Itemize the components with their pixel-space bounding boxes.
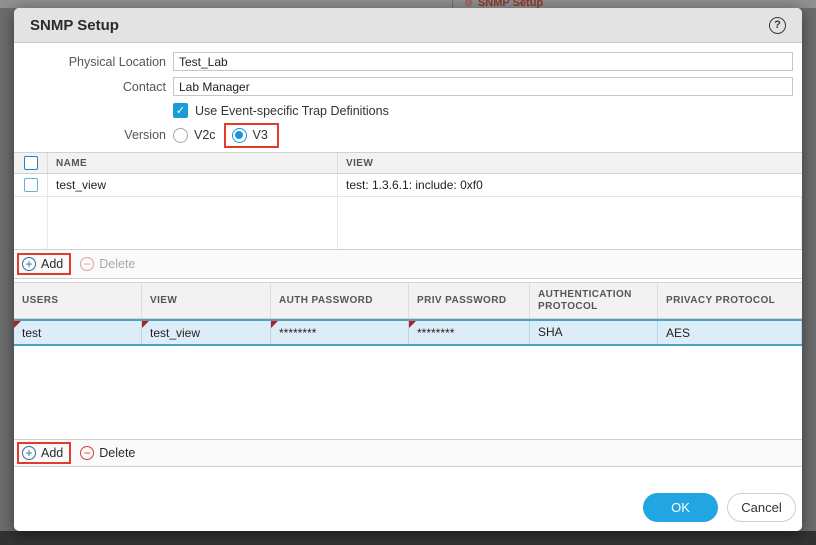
dimmed-background-toolbar: ⚙ SNMP Setup	[0, 0, 816, 8]
ok-button[interactable]: OK	[643, 493, 718, 522]
views-table: NAME VIEW test_view test: 1.3.6.1: inclu…	[14, 152, 802, 279]
users-col-users[interactable]: USERS	[14, 283, 142, 318]
privacy-protocol-cell[interactable]: AES	[658, 321, 802, 344]
users-col-auth-protocol[interactable]: AUTHENTICATION PROTOCOL	[530, 283, 658, 318]
dialog-footer: OK Cancel	[643, 493, 796, 522]
modified-indicator	[271, 321, 278, 328]
minus-icon: −	[80, 257, 94, 271]
version-v2c-label: V2c	[194, 128, 216, 142]
version-row: Version V2c V3	[14, 120, 793, 150]
users-delete-button[interactable]: − Delete	[77, 444, 141, 462]
users-table-header: USERS VIEW AUTH PASSWORD PRIV PASSWORD A…	[14, 282, 802, 319]
users-col-view[interactable]: VIEW	[142, 283, 271, 318]
users-col-priv-password[interactable]: PRIV PASSWORD	[409, 283, 530, 318]
version-v3-radio[interactable]	[232, 128, 247, 143]
minus-icon: −	[80, 446, 94, 460]
dialog-header: SNMP Setup ?	[14, 8, 802, 43]
cancel-button[interactable]: Cancel	[727, 493, 796, 522]
modal-overlay-bottom	[0, 531, 816, 545]
view-spec-cell[interactable]: test: 1.3.6.1: include: 0xf0	[338, 174, 802, 196]
version-label: Version	[14, 128, 166, 142]
users-table-row-selected[interactable]: test test_view ******** ******** SHA AES	[14, 319, 802, 346]
views-table-footer: + Add − Delete	[14, 249, 802, 279]
trap-definitions-checkbox[interactable]: ✓	[173, 103, 188, 118]
users-add-highlight: + Add	[17, 442, 71, 464]
trap-definitions-row: ✓ Use Event-specific Trap Definitions	[14, 103, 793, 118]
users-table-empty-area	[14, 346, 802, 439]
views-table-row[interactable]: test_view test: 1.3.6.1: include: 0xf0	[14, 174, 802, 197]
dialog-title: SNMP Setup	[30, 17, 119, 34]
version-v2c-radio[interactable]	[173, 128, 188, 143]
priv-password-cell[interactable]: ********	[409, 321, 530, 344]
plus-icon: +	[22, 446, 36, 460]
modified-indicator	[409, 321, 416, 328]
view-name-cell[interactable]: test_view	[48, 174, 338, 196]
contact-row: Contact	[14, 77, 793, 96]
views-table-header: NAME VIEW	[14, 152, 802, 174]
background-menu-item-snmp-setup: ⚙ SNMP Setup	[452, 0, 543, 8]
physical-location-row: Physical Location	[14, 52, 793, 71]
snmp-setup-dialog: SNMP Setup ? Physical Location Contact ✓…	[14, 8, 802, 531]
users-table-footer: + Add − Delete	[14, 439, 802, 467]
check-icon: ✓	[176, 104, 185, 117]
modified-indicator	[14, 321, 21, 328]
physical-location-input[interactable]	[173, 52, 793, 71]
views-col-view[interactable]: VIEW	[338, 153, 802, 173]
users-col-auth-password[interactable]: AUTH PASSWORD	[271, 283, 409, 318]
contact-label: Contact	[14, 80, 166, 94]
version-v3-label: V3	[253, 128, 268, 142]
user-cell[interactable]: test	[14, 321, 142, 344]
users-add-button[interactable]: + Add	[19, 444, 69, 462]
views-delete-button[interactable]: − Delete	[77, 255, 141, 273]
trap-definitions-label: Use Event-specific Trap Definitions	[195, 104, 389, 118]
snmp-gear-icon: ⚙	[464, 0, 473, 8]
contact-input[interactable]	[173, 77, 793, 96]
users-col-privacy-protocol[interactable]: PRIVACY PROTOCOL	[658, 283, 802, 318]
help-icon[interactable]: ?	[769, 17, 786, 34]
auth-password-cell[interactable]: ********	[271, 321, 409, 344]
plus-icon: +	[22, 257, 36, 271]
user-view-cell[interactable]: test_view	[142, 321, 271, 344]
select-all-checkbox[interactable]	[24, 156, 38, 170]
views-add-button[interactable]: + Add	[19, 255, 69, 273]
auth-protocol-cell[interactable]: SHA	[530, 321, 658, 344]
row-checkbox[interactable]	[24, 178, 38, 192]
views-table-empty-area	[14, 197, 802, 249]
physical-location-label: Physical Location	[14, 55, 166, 69]
modified-indicator	[142, 321, 149, 328]
views-add-highlight: + Add	[17, 253, 71, 275]
users-table: USERS VIEW AUTH PASSWORD PRIV PASSWORD A…	[14, 282, 802, 467]
views-col-name[interactable]: NAME	[48, 153, 338, 173]
background-menu-label: SNMP Setup	[478, 0, 543, 8]
menu-divider	[452, 0, 453, 8]
version-v3-highlight: V3	[224, 123, 279, 148]
